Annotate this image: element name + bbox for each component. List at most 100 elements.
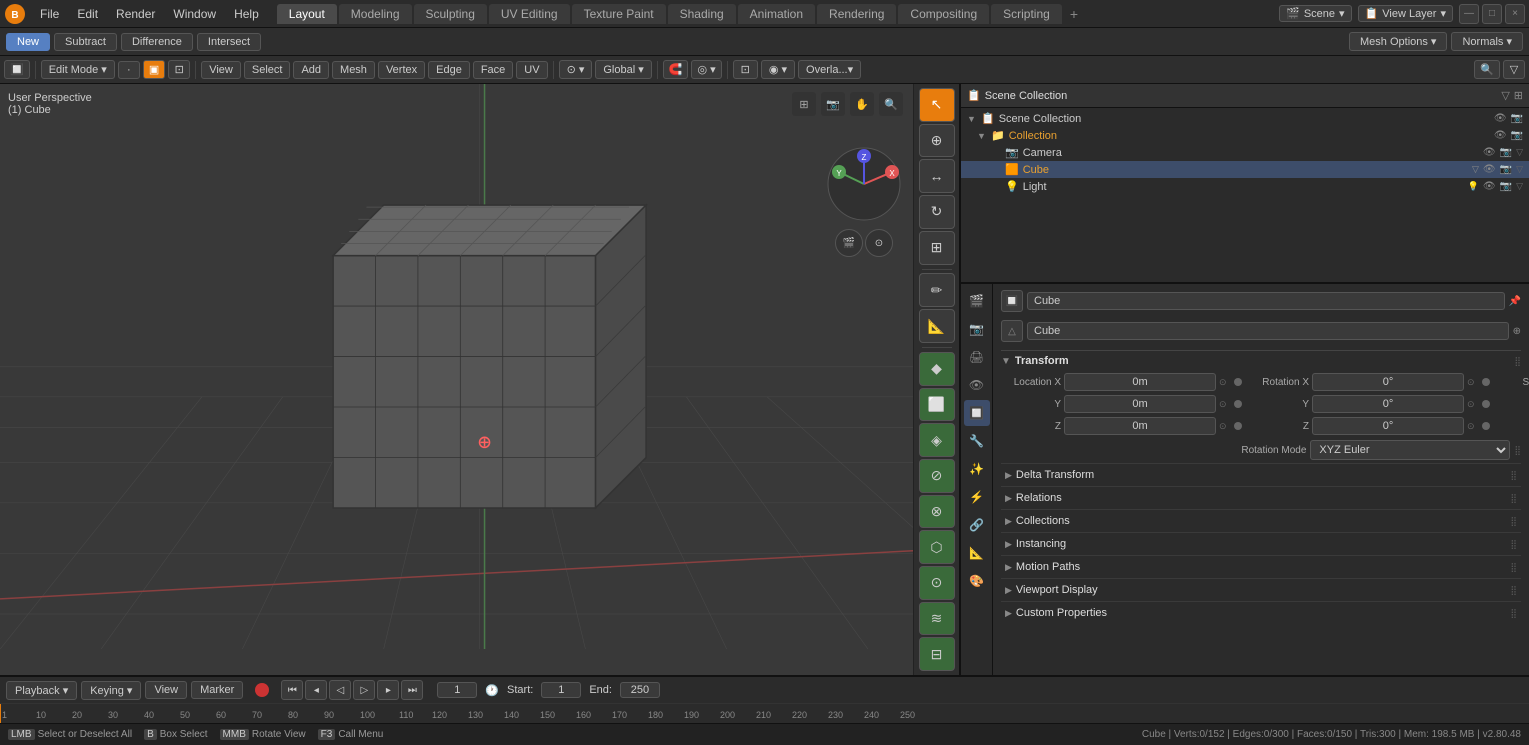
viewport-grid-icon[interactable]: ⊞: [792, 92, 816, 116]
cam-vis-icon[interactable]: 👁: [1483, 147, 1496, 158]
tool-smooth[interactable]: ≋: [919, 602, 955, 636]
jump-start-btn[interactable]: ⏮: [281, 680, 303, 700]
edit-mode-dropdown[interactable]: Edit Mode ▾: [41, 60, 115, 79]
tab-uv-editing[interactable]: UV Editing: [489, 4, 570, 24]
add-workspace-tab[interactable]: +: [1064, 4, 1084, 24]
prev-frame-btn[interactable]: ◂: [305, 680, 327, 700]
viewport-zoom-icon[interactable]: 🔍: [879, 92, 903, 116]
loc-x-field[interactable]: [1064, 373, 1216, 391]
transform-pivot[interactable]: ⊙ ▾: [559, 60, 593, 79]
tool-select[interactable]: ↖: [919, 88, 955, 122]
end-frame-field[interactable]: [620, 682, 660, 698]
motion-paths-header[interactable]: ▶ Motion Paths ⣿: [1001, 559, 1521, 575]
outliner-item-scene-collection[interactable]: ▼ 📋 Scene Collection 👁 📷: [961, 110, 1529, 127]
tool-spin[interactable]: ⊙: [919, 566, 955, 600]
rotation-mode-select[interactable]: XYZ Euler XZY Euler YXZ Euler Quaternion…: [1310, 440, 1510, 460]
normals-button[interactable]: Normals ▾: [1451, 32, 1523, 51]
view-layer-selector[interactable]: 📋 View Layer ▾: [1358, 5, 1453, 22]
proportional-edit[interactable]: ◎ ▾: [691, 60, 721, 79]
timeline-ruler[interactable]: 1 10 20 30 40 50 60 70 80 90 100 110 120…: [0, 703, 1529, 723]
outliner-settings-icon[interactable]: ⊞: [1514, 89, 1523, 102]
transform-section-header[interactable]: ▼ Transform ⣿: [1001, 350, 1521, 371]
transform-orientation[interactable]: Global ▾: [595, 60, 651, 79]
rot-z-field[interactable]: [1312, 417, 1464, 435]
select-menu[interactable]: Select: [244, 61, 291, 79]
add-menu[interactable]: Add: [293, 61, 329, 79]
coll-vis-icon[interactable]: 👁: [1494, 130, 1507, 141]
tool-poly-build[interactable]: ⬡: [919, 530, 955, 564]
tool-annotate[interactable]: ✏: [919, 273, 955, 307]
viewport-3d[interactable]: User Perspective (1) Cube ⊞ 📷 ✋ 🔍 X Y: [0, 84, 959, 675]
props-icon-view[interactable]: 👁: [964, 372, 990, 398]
cam-render-icon[interactable]: 📷: [1500, 147, 1512, 158]
overlays-toggle[interactable]: Overla...▾: [798, 60, 861, 79]
tool-inset[interactable]: ⬜: [919, 388, 955, 422]
keying-dropdown[interactable]: Keying ▾: [81, 681, 141, 700]
props-icon-data[interactable]: 📐: [964, 540, 990, 566]
mesh-display-faces[interactable]: ⊡: [168, 60, 190, 79]
collections-header[interactable]: ▶ Collections ⣿: [1001, 513, 1521, 529]
outliner-item-collection[interactable]: ▼ 📁 Collection 👁 📷: [961, 127, 1529, 144]
tab-layout[interactable]: Layout: [277, 4, 337, 24]
tool-extrude[interactable]: ◆: [919, 352, 955, 386]
view-menu[interactable]: View: [201, 61, 241, 79]
data-options-icon[interactable]: ⊕: [1513, 326, 1521, 337]
menu-edit[interactable]: Edit: [69, 5, 106, 23]
rot-y-field[interactable]: [1312, 395, 1464, 413]
bool-subtract-button[interactable]: Subtract: [54, 33, 117, 51]
instancing-header[interactable]: ▶ Instancing ⣿: [1001, 536, 1521, 552]
current-frame-field[interactable]: [437, 682, 477, 698]
props-icon-physics[interactable]: ⚡: [964, 484, 990, 510]
cam-toggle[interactable]: 🎬: [835, 229, 863, 257]
outliner-filter-icon[interactable]: ▽: [1501, 89, 1509, 102]
tool-scale[interactable]: ⊞: [919, 231, 955, 265]
mesh-menu[interactable]: Mesh: [332, 61, 375, 79]
props-icon-render[interactable]: 📷: [964, 316, 990, 342]
tab-scripting[interactable]: Scripting: [991, 4, 1062, 24]
play-reverse-btn[interactable]: ◁: [329, 680, 351, 700]
pin-icon[interactable]: 📌: [1509, 296, 1521, 307]
viewport-hand-icon[interactable]: ✋: [850, 92, 874, 116]
outliner-item-light[interactable]: 💡 Light 💡 👁 📷 ▽: [961, 178, 1529, 195]
tool-rotate[interactable]: ↻: [919, 195, 955, 229]
tab-animation[interactable]: Animation: [738, 4, 815, 24]
viewport-display-header[interactable]: ▶ Viewport Display ⣿: [1001, 582, 1521, 598]
menu-window[interactable]: Window: [165, 5, 224, 23]
tool-cursor[interactable]: ⊕: [919, 124, 955, 158]
face-menu[interactable]: Face: [473, 61, 513, 79]
cube-vis-icon[interactable]: 👁: [1483, 164, 1496, 175]
uv-menu[interactable]: UV: [516, 61, 547, 79]
props-icon-material[interactable]: 🎨: [964, 568, 990, 594]
cube-render-icon[interactable]: 📷: [1500, 164, 1512, 175]
light-vis-icon[interactable]: 👁: [1483, 181, 1496, 192]
mesh-display-edges[interactable]: ▣: [143, 60, 165, 79]
tool-bevel[interactable]: ◈: [919, 423, 955, 457]
bool-new-button[interactable]: New: [6, 33, 50, 51]
edge-menu[interactable]: Edge: [428, 61, 470, 79]
coll-render-icon[interactable]: 📷: [1511, 130, 1523, 141]
nav-gizmo[interactable]: X Y Z: [824, 144, 904, 224]
bool-difference-button[interactable]: Difference: [121, 33, 193, 51]
next-frame-btn[interactable]: ▸: [377, 680, 399, 700]
props-icon-particles[interactable]: ✨: [964, 456, 990, 482]
editor-type-icon[interactable]: 🔲: [4, 60, 30, 79]
tab-sculpting[interactable]: Sculpting: [414, 4, 487, 24]
filter-button[interactable]: ▽: [1503, 60, 1525, 79]
loc-z-field[interactable]: [1064, 417, 1216, 435]
search-button[interactable]: 🔍: [1474, 60, 1500, 79]
marker-dropdown[interactable]: Marker: [191, 681, 243, 699]
bool-intersect-button[interactable]: Intersect: [197, 33, 261, 51]
snap-toggle[interactable]: 🧲: [663, 60, 689, 79]
view-dropdown[interactable]: View: [145, 681, 187, 699]
shading-mode[interactable]: ◉ ▾: [761, 60, 795, 79]
tool-loop-cut[interactable]: ⊘: [919, 459, 955, 493]
data-name-field[interactable]: [1027, 322, 1509, 340]
relations-header[interactable]: ▶ Relations ⣿: [1001, 490, 1521, 506]
window-maximize[interactable]: □: [1482, 4, 1502, 24]
tab-shading[interactable]: Shading: [668, 4, 736, 24]
tool-knife[interactable]: ⊗: [919, 495, 955, 529]
ortho-toggle[interactable]: ⊙: [865, 229, 893, 257]
mesh-display-vertices[interactable]: ·: [118, 61, 140, 79]
tab-texture-paint[interactable]: Texture Paint: [572, 4, 666, 24]
scene-selector[interactable]: 🎬 Scene ▾: [1279, 5, 1351, 22]
